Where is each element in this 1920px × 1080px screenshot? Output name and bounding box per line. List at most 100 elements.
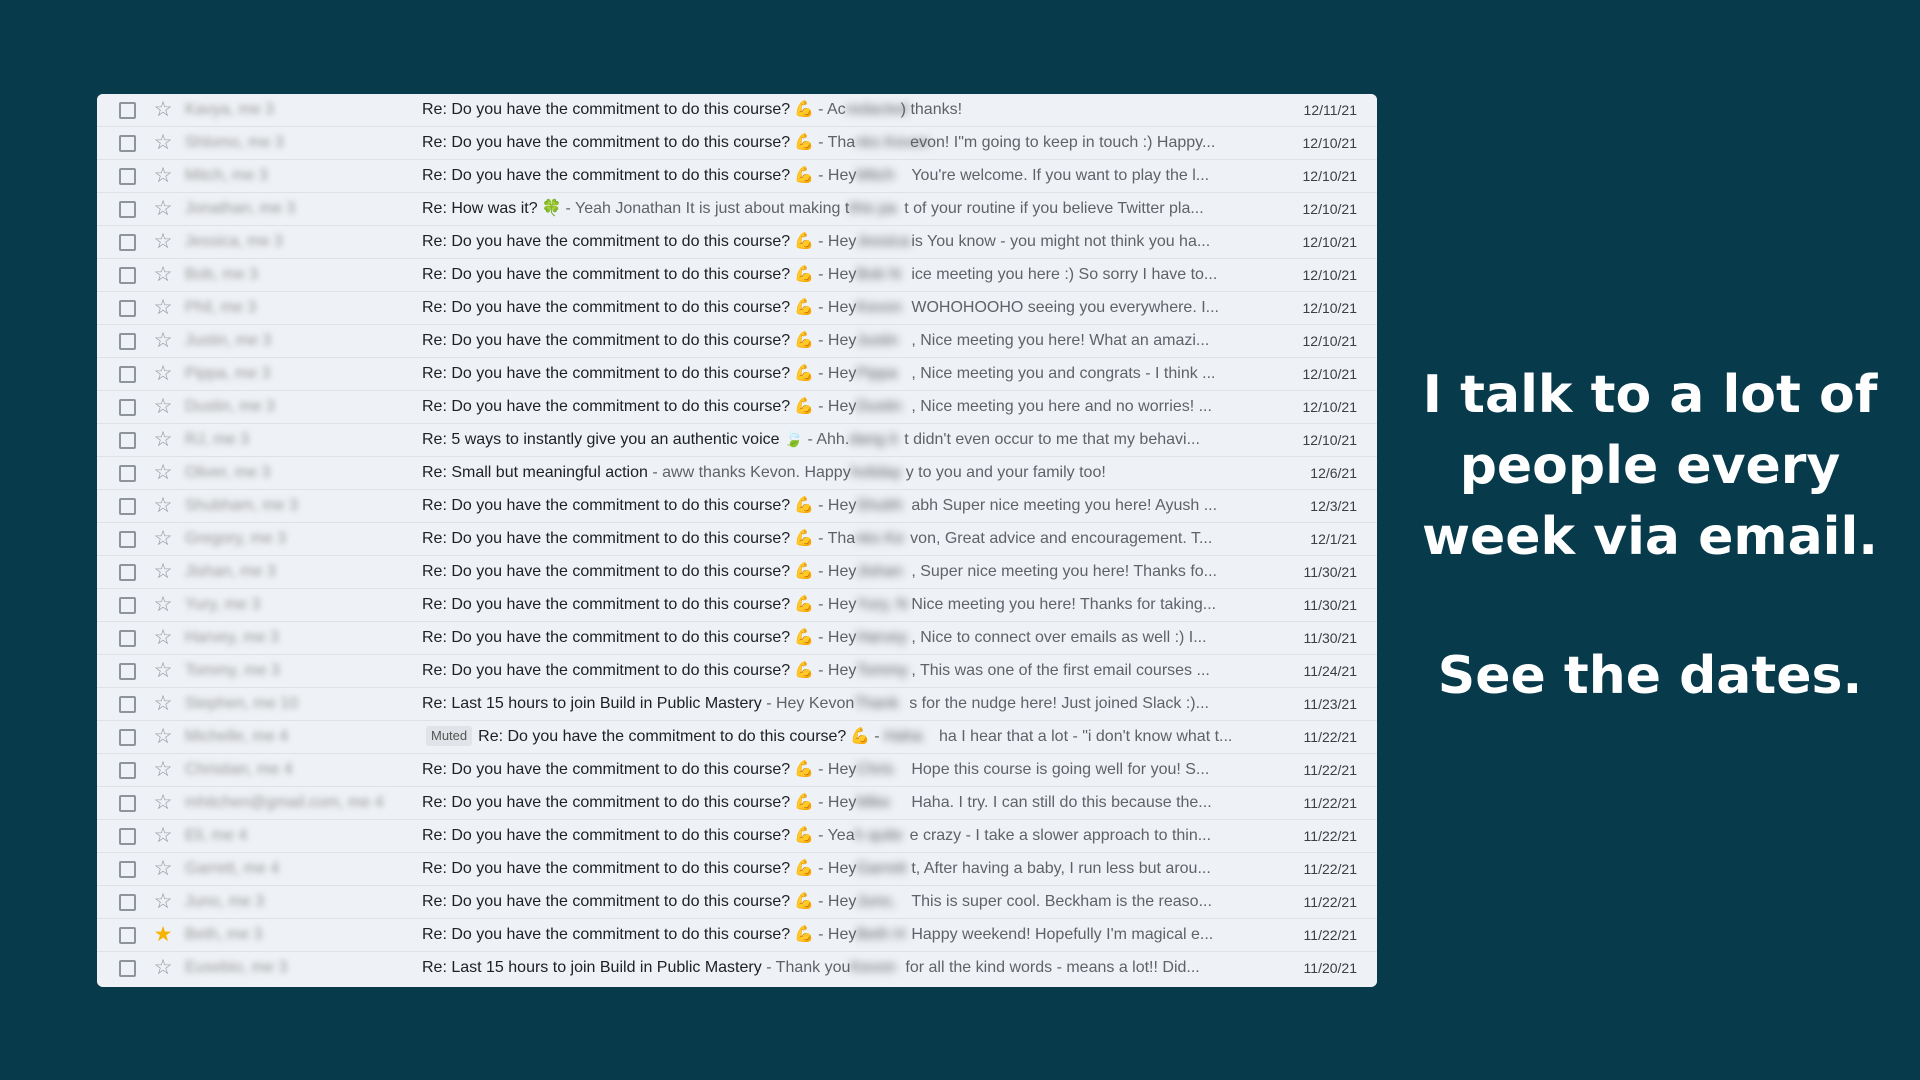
email-date: 11/22/21 (1303, 762, 1357, 778)
email-row[interactable]: ☆ Jessica, me 3 Re: Do you have the commit… (97, 226, 1377, 259)
message-snippet: Re: How was it? 🍀 - Yeah Jonathan It is ju… (422, 193, 1342, 225)
email-subject: Re: Do you have the commitment to do thi… (422, 926, 791, 943)
email-preview: ) thanks! (900, 101, 963, 118)
email-subject: Re: Do you have the commitment to do thi… (422, 134, 791, 151)
checkbox-icon[interactable] (119, 135, 136, 152)
star-icon[interactable]: ☆ (152, 160, 174, 192)
checkbox-icon[interactable] (119, 861, 136, 878)
checkbox-icon[interactable] (119, 432, 136, 449)
checkbox-icon[interactable] (119, 729, 136, 746)
star-icon[interactable]: ☆ (152, 721, 174, 753)
redacted-name: Mike (856, 794, 891, 811)
email-row[interactable]: ☆ Juno, me 3 Re: Do you have the commitmen… (97, 886, 1377, 919)
star-icon[interactable]: ★ (152, 919, 174, 951)
email-row[interactable]: ☆ Eusebio, me 3 Re: Last 15 hours to join … (97, 952, 1377, 985)
star-icon[interactable]: ☆ (152, 94, 174, 126)
email-row[interactable]: ☆ Gregory, me 3 Re: Do you have the commit… (97, 523, 1377, 556)
star-icon[interactable]: ☆ (152, 754, 174, 786)
email-row[interactable]: ☆ Pippa, me 3 Re: Do you have the commitme… (97, 358, 1377, 391)
star-icon[interactable]: ☆ (152, 820, 174, 852)
email-row[interactable]: ☆ Shubham, me 3 Re: Do you have the commit… (97, 490, 1377, 523)
checkbox-icon[interactable] (119, 828, 136, 845)
email-row[interactable]: ☆ Bob, me 3 Re: Do you have the commitment… (97, 259, 1377, 292)
email-row[interactable]: ☆ Jonathan, me 3 Re: How was it? 🍀 - Yeah Jo… (97, 193, 1377, 226)
checkbox-icon[interactable] (119, 333, 136, 350)
email-row[interactable]: ☆ Shlomo, me 3 Re: Do you have the commitm… (97, 127, 1377, 160)
checkbox-icon[interactable] (119, 498, 136, 515)
checkbox-icon[interactable] (119, 663, 136, 680)
checkbox-icon[interactable] (119, 366, 136, 383)
checkbox-icon[interactable] (119, 168, 136, 185)
message-snippet: Re: Do you have the commitment to do thi… (422, 259, 1342, 291)
star-icon[interactable]: ☆ (152, 127, 174, 159)
redacted-name: this pa (849, 200, 897, 217)
checkbox-icon[interactable] (119, 630, 136, 647)
checkbox-icon[interactable] (119, 894, 136, 911)
email-preview: for all the kind words - means a lot!! D… (905, 959, 1200, 976)
email-row[interactable]: ☆ Mitch, me 3 Re: Do you have the commitme… (97, 160, 1377, 193)
star-icon[interactable]: ☆ (152, 622, 174, 654)
checkbox-icon[interactable] (119, 531, 136, 548)
star-icon[interactable]: ☆ (152, 787, 174, 819)
checkbox-icon[interactable] (119, 201, 136, 218)
checkbox-icon[interactable] (119, 564, 136, 581)
email-row[interactable]: ☆ Garrett, me 4 Re: Do you have the commit… (97, 853, 1377, 886)
star-icon[interactable]: ☆ (152, 259, 174, 291)
email-date: 11/30/21 (1303, 597, 1357, 613)
star-icon[interactable]: ☆ (152, 655, 174, 687)
separator: - (766, 959, 776, 976)
email-date: 11/22/21 (1303, 729, 1357, 745)
checkbox-icon[interactable] (119, 762, 136, 779)
checkbox-icon[interactable] (119, 696, 136, 713)
email-subject: Re: Do you have the commitment to do thi… (422, 794, 791, 811)
sender-name: Garrett, me 4 (185, 860, 280, 877)
star-icon[interactable]: ☆ (152, 358, 174, 390)
checkbox-icon[interactable] (119, 960, 136, 977)
checkbox-icon[interactable] (119, 465, 136, 482)
star-icon[interactable]: ☆ (152, 589, 174, 621)
star-icon[interactable]: ☆ (152, 556, 174, 588)
subject-emoji-icon: 💪 (794, 332, 815, 349)
checkbox-icon[interactable] (119, 300, 136, 317)
star-icon[interactable]: ☆ (152, 292, 174, 324)
star-icon[interactable]: ☆ (152, 391, 174, 423)
email-row[interactable]: ☆ Phil, me 3 Re: Do you have the commitmen… (97, 292, 1377, 325)
star-icon[interactable]: ☆ (152, 193, 174, 225)
email-row[interactable]: ☆ Kavya, me 3 Re: Do you have the commitme… (97, 94, 1377, 127)
star-icon[interactable]: ☆ (152, 457, 174, 489)
star-icon[interactable]: ☆ (152, 226, 174, 258)
email-row[interactable]: ☆ Stephen, me 10 Re: Last 15 hours to join… (97, 688, 1377, 721)
email-row[interactable]: ☆ Eli, me 4 Re: Do you have the commitment… (97, 820, 1377, 853)
email-row[interactable]: ★ Beth, me 3 Re: Do you have the commitmen… (97, 919, 1377, 952)
email-row[interactable]: ☆ RJ, me 3 Re: 5 ways to instantly give yo… (97, 424, 1377, 457)
separator: - (807, 431, 817, 448)
star-icon[interactable]: ☆ (152, 688, 174, 720)
star-icon[interactable]: ☆ (152, 886, 174, 918)
checkbox-icon[interactable] (119, 399, 136, 416)
checkbox-icon[interactable] (119, 267, 136, 284)
sender-name: Dustin, me 3 (185, 398, 275, 415)
email-row[interactable]: ☆ Jishan, me 3 Re: Do you have the commitm… (97, 556, 1377, 589)
star-icon[interactable]: ☆ (152, 523, 174, 555)
email-subject: Re: Do you have the commitment to do thi… (422, 398, 791, 415)
email-row[interactable]: ☆ Tommy, me 3 Re: Do you have the commitme… (97, 655, 1377, 688)
checkbox-icon[interactable] (119, 927, 136, 944)
email-row[interactable]: ☆ Oliver, me 3 Re: Small but meaningful ac… (97, 457, 1377, 490)
email-row[interactable]: ☆ Dustin, me 3 Re: Do you have the commitm… (97, 391, 1377, 424)
star-icon[interactable]: ☆ (152, 490, 174, 522)
email-row[interactable]: ☆ Justin, me 3 Re: Do you have the commitm… (97, 325, 1377, 358)
email-row[interactable]: ☆ Yury, me 3 Re: Do you have the commitmen… (97, 589, 1377, 622)
star-icon[interactable]: ☆ (152, 853, 174, 885)
email-row[interactable]: ☆ Christian, me 4 Re: Do you have the comm… (97, 754, 1377, 787)
checkbox-icon[interactable] (119, 597, 136, 614)
checkbox-icon[interactable] (119, 102, 136, 119)
star-icon[interactable]: ☆ (152, 325, 174, 357)
checkbox-icon[interactable] (119, 795, 136, 812)
checkbox-icon[interactable] (119, 234, 136, 251)
star-icon[interactable]: ☆ (152, 424, 174, 456)
email-row[interactable]: ☆ Michelle, me 4 Muted Re: Do you have the … (97, 721, 1377, 754)
email-row[interactable]: ☆ Harvey, me 3 Re: Do you have the commitm… (97, 622, 1377, 655)
email-row[interactable]: ☆ mhitchen@gmail.com, me 4 Re: Do you have… (97, 787, 1377, 820)
sender-name: Shubham, me 3 (185, 497, 298, 514)
star-icon[interactable]: ☆ (152, 952, 174, 984)
